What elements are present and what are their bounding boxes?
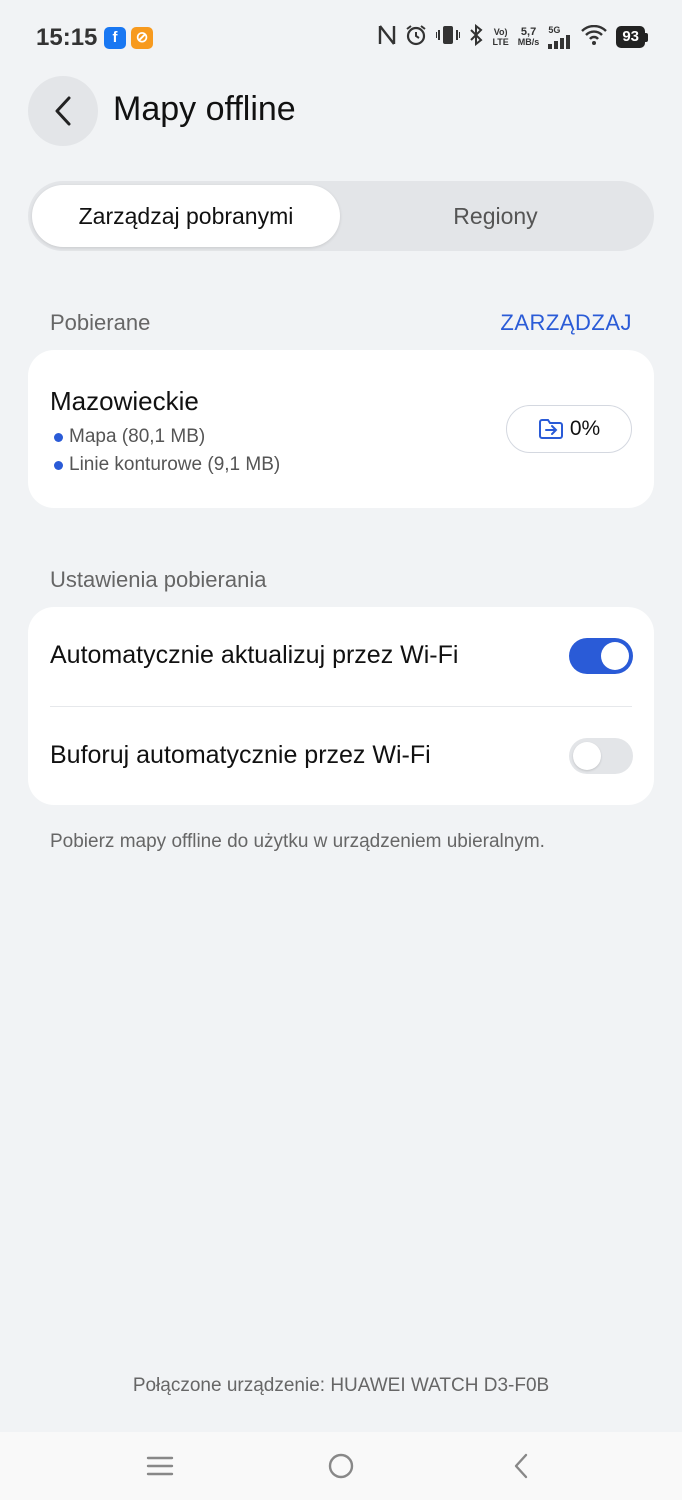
home-button[interactable] [321, 1450, 361, 1482]
volte-label: Vo) [493, 27, 508, 37]
navigation-bar [0, 1432, 682, 1500]
toggle-knob [601, 642, 629, 670]
settings-footnote: Pobierz mapy offline do użytku w urządze… [50, 831, 545, 852]
download-item-label: Linie konturowe (9,1 MB) [69, 454, 281, 475]
facebook-icon: f [104, 27, 126, 49]
status-icons: Vo) LTE 5,7 MB/s 5G 93 [378, 22, 648, 52]
auto-update-toggle[interactable] [569, 638, 633, 674]
transfer-to-watch-icon [538, 419, 563, 439]
bullet-icon [54, 460, 63, 470]
tab-manage-downloads[interactable]: Zarządzaj pobranymi [32, 185, 340, 247]
auto-cache-toggle[interactable] [569, 738, 633, 774]
settings-card: Automatycznie aktualizuj przez Wi-Fi Buf… [28, 607, 654, 805]
speed-value: 5,7 [520, 26, 537, 38]
system-back-button[interactable] [501, 1450, 541, 1482]
setting-row-auto-cache: Buforuj automatycznie przez Wi-Fi [28, 707, 654, 805]
menu-icon [146, 1456, 174, 1476]
chevron-left-icon [55, 96, 71, 126]
speed-unit: MB/s [517, 37, 540, 47]
home-circle-icon [328, 1453, 354, 1479]
downloads-section-label: Pobierane [50, 310, 151, 335]
settings-section-label: Ustawienia pobierania [50, 567, 267, 592]
download-progress-label: 0% [569, 417, 601, 440]
chevron-left-icon [514, 1453, 528, 1479]
tab-regions[interactable]: Regiony [341, 185, 650, 247]
alarm-icon [405, 24, 427, 50]
battery-level: 93 [616, 26, 645, 48]
battery-icon: 93 [616, 26, 648, 48]
toggle-knob [573, 742, 601, 770]
setting-label: Automatycznie aktualizuj przez Wi-Fi [50, 641, 459, 669]
wifi-icon [581, 24, 608, 49]
download-item-label: Mapa (80,1 MB) [69, 426, 206, 447]
volte-icon: Vo) LTE [492, 27, 508, 47]
vibrate-icon [435, 24, 462, 50]
setting-row-auto-update: Automatycznie aktualizuj przez Wi-Fi [28, 607, 654, 705]
app-notification-icon: ⊘ [131, 27, 153, 49]
setting-label: Buforuj automatycznie przez Wi-Fi [50, 741, 431, 769]
bluetooth-icon [469, 23, 483, 50]
bullet-icon [54, 432, 63, 442]
tab-bar: Zarządzaj pobranymi Regiony [28, 181, 654, 251]
back-button[interactable] [28, 76, 98, 146]
recent-apps-button[interactable] [140, 1450, 180, 1482]
signal-icon: 5G [548, 25, 572, 49]
status-bar: 15:15 f ⊘ Vo) LTE 5,7 MB/s 5G 93 [0, 0, 682, 76]
lte-label: LTE [492, 37, 509, 47]
region-name: Mazowieckie [50, 386, 199, 416]
download-item-contours: Linie konturowe (9,1 MB) [54, 454, 280, 476]
manage-button[interactable]: ZARZĄDZAJ [500, 310, 632, 336]
nfc-icon [378, 24, 396, 50]
connected-device-label: Połączone urządzenie: HUAWEI WATCH D3-F0… [132, 1375, 550, 1396]
download-card: Mazowieckie Mapa (80,1 MB) Linie konturo… [28, 350, 654, 508]
download-item-map: Mapa (80,1 MB) [54, 426, 205, 448]
status-time: 15:15 [36, 24, 98, 51]
signal-label: 5G [548, 25, 561, 35]
download-progress-button[interactable]: 0% [506, 405, 632, 453]
network-speed: 5,7 MB/s [517, 26, 540, 48]
page-title: Mapy offline [113, 90, 296, 128]
